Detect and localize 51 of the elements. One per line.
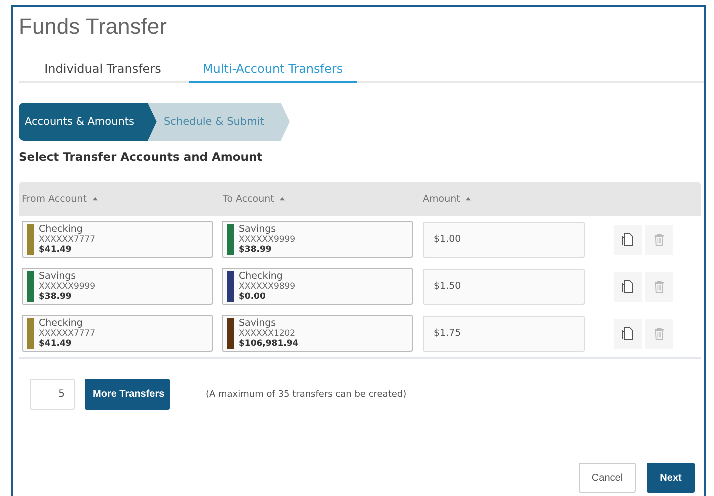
count-field[interactable]: 5 [30, 379, 75, 410]
copy-button[interactable] [614, 318, 642, 348]
account-selector[interactable]: Savings XXXXXX9999 $38.99 [222, 221, 413, 258]
account-balance: $106,981.94 [239, 338, 299, 348]
sort-caret-icon[interactable] [466, 197, 472, 201]
copy-icon [622, 326, 634, 340]
trash-icon [654, 232, 664, 246]
page-title: Funds Transfer [19, 13, 168, 41]
column-header[interactable]: To Account [223, 194, 274, 204]
amount-field[interactable]: $1.75 [423, 316, 585, 352]
cancel-button[interactable]: Cancel [579, 463, 636, 493]
trash-icon [654, 326, 664, 340]
account-selector[interactable]: Savings XXXXXX9999 $38.99 [22, 268, 213, 305]
tab[interactable]: Individual Transfers [19, 56, 187, 83]
account-name: Savings [239, 224, 278, 234]
account-number: XXXXXX7777 [39, 234, 96, 244]
sort-caret-icon[interactable] [280, 197, 286, 201]
account-selector[interactable]: Checking XXXXXX9899 $0.00 [222, 268, 413, 305]
column-header[interactable]: Amount [423, 194, 460, 204]
copy-icon [622, 232, 634, 246]
account-number: XXXXXX9999 [39, 282, 96, 292]
account-selector[interactable]: Checking XXXXXX7777 $41.49 [22, 221, 213, 258]
account-name: Savings [239, 318, 278, 328]
account-balance: $41.49 [39, 338, 73, 348]
account-number: XXXXXX7777 [39, 328, 96, 338]
account-name: Checking [239, 272, 284, 282]
copy-button[interactable] [614, 272, 642, 302]
account-number: XXXXXX1202 [239, 328, 297, 338]
sort-caret-icon[interactable] [92, 197, 98, 201]
section-heading: Select Transfer Accounts and Amount [19, 150, 264, 164]
account-balance: $0.00 [239, 292, 267, 302]
account-number: XXXXXX9999 [239, 234, 296, 244]
trash-icon [654, 280, 664, 294]
account-selector[interactable]: Checking XXXXXX7777 $41.49 [22, 315, 213, 352]
amount-field[interactable]: $1.00 [423, 222, 585, 258]
copy-button[interactable] [614, 224, 642, 254]
account-name: Checking [39, 318, 84, 328]
limit-note: (A maximum of 35 transfers can be created) [206, 390, 407, 400]
account-name: Checking [39, 224, 84, 234]
copy-icon [622, 280, 634, 294]
more-transfers-button[interactable]: More Transfers [85, 379, 170, 410]
next-button[interactable]: Next [647, 463, 695, 493]
account-balance: $41.49 [39, 244, 73, 254]
amount-field[interactable]: $1.50 [423, 268, 585, 304]
account-balance: $38.99 [39, 292, 73, 302]
account-number: XXXXXX9899 [239, 282, 296, 292]
account-selector[interactable]: Savings XXXXXX1202 $106,981.94 [222, 315, 413, 352]
step-tab[interactable]: Accounts & Amounts [19, 103, 157, 141]
column-header[interactable]: From Account [22, 194, 87, 204]
account-balance: $38.99 [239, 244, 273, 254]
account-name: Savings [39, 272, 78, 282]
